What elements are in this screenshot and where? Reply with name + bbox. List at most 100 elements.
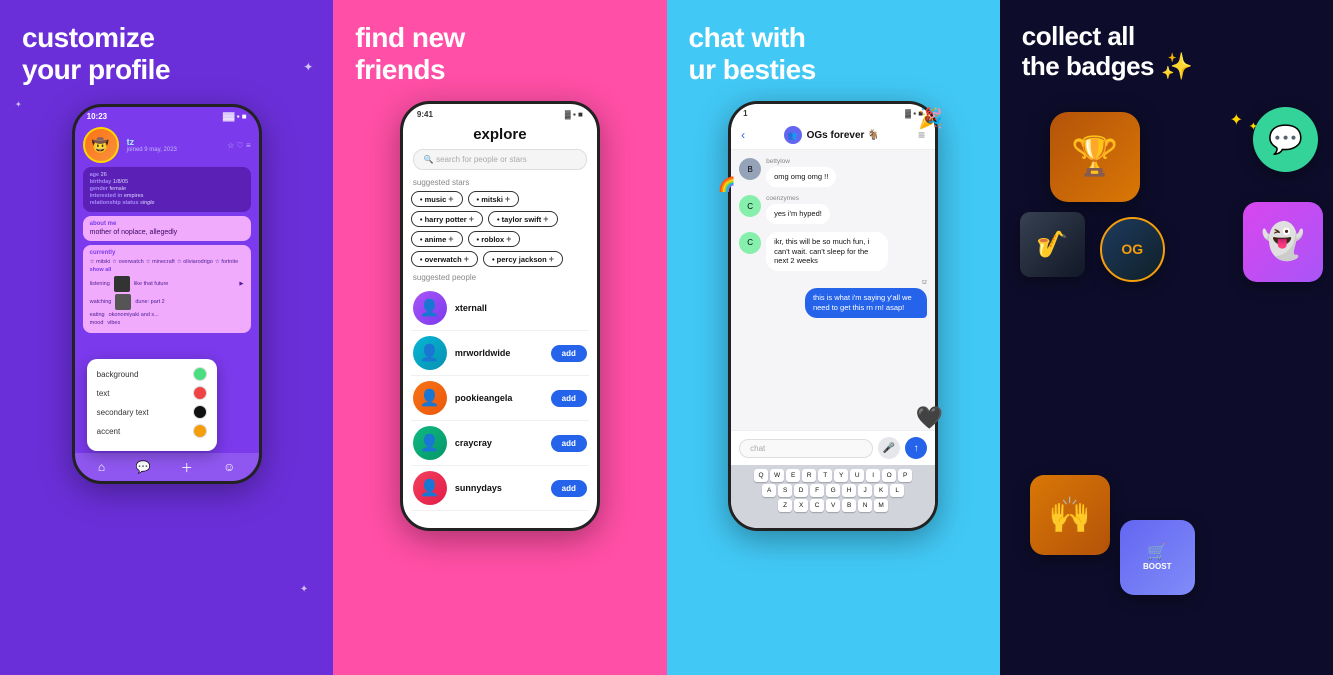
- tag-rows: • music + • mitski + • harry potter + • …: [403, 191, 597, 267]
- party-emoji: 🎉: [918, 106, 943, 131]
- activity-eating: eating okonomiyaki and s...: [90, 312, 244, 318]
- boost-emoji: 🛒: [1147, 543, 1167, 562]
- key-S[interactable]: S: [778, 484, 792, 497]
- color-dot-background[interactable]: [193, 367, 207, 381]
- explore-time: 9:41: [417, 110, 433, 119]
- add-button-sunnydays[interactable]: add: [551, 480, 587, 497]
- key-X[interactable]: X: [794, 499, 808, 512]
- explore-search-placeholder: search for people or stars: [436, 155, 527, 164]
- key-P[interactable]: P: [898, 469, 912, 482]
- tag-music[interactable]: • music +: [411, 191, 463, 207]
- nav-home-icon[interactable]: ⌂: [98, 460, 105, 474]
- profile-joined: joined 9 may, 2023: [127, 147, 177, 153]
- info-gender: gender female: [90, 186, 244, 192]
- star-mitski: ☆ mitski: [90, 259, 111, 265]
- tag-mitski[interactable]: • mitski +: [468, 191, 520, 207]
- msg-content-bettylow: bettylow omg omg omg !!: [766, 158, 836, 187]
- key-Q[interactable]: Q: [754, 469, 768, 482]
- chat-header: ‹ 👥 OGs forever 🐐 ≡: [731, 121, 935, 150]
- profile-info-box: age 26 birthday 1/8/05 gender female int…: [83, 167, 251, 212]
- key-U[interactable]: U: [850, 469, 864, 482]
- keyboard-row-1: Q W E R T Y U I O P: [734, 469, 932, 482]
- nav-chat-icon[interactable]: 💬: [135, 460, 150, 474]
- key-A[interactable]: A: [762, 484, 776, 497]
- tag-roblox[interactable]: • roblox +: [468, 231, 521, 247]
- badge-music: 🎷: [1020, 212, 1085, 277]
- key-M[interactable]: M: [874, 499, 888, 512]
- key-E[interactable]: E: [786, 469, 800, 482]
- watching-thumb: [115, 294, 131, 310]
- currently-stars: ☆ mitski ☆ overwatch ☆ minecraft ☆ olivi…: [90, 259, 244, 273]
- add-button-mrworldwide[interactable]: add: [551, 345, 587, 362]
- key-W[interactable]: W: [770, 469, 784, 482]
- color-pick-accent[interactable]: accent: [97, 424, 207, 438]
- key-J[interactable]: J: [858, 484, 872, 497]
- phone-mockup-3: 1 ▓ ▪ ■ ‹ 👥 OGs forever 🐐 ≡ B: [728, 101, 938, 531]
- key-L[interactable]: L: [890, 484, 904, 497]
- back-icon[interactable]: ‹: [741, 128, 745, 142]
- key-I[interactable]: I: [866, 469, 880, 482]
- color-dot-accent[interactable]: [193, 424, 207, 438]
- status-bar-1: 10:23 ▓▓ ▪ ■: [75, 107, 259, 123]
- send-button[interactable]: ↑: [905, 437, 927, 459]
- key-T[interactable]: T: [818, 469, 832, 482]
- key-K[interactable]: K: [874, 484, 888, 497]
- color-picker-popup[interactable]: background text secondary text accent: [87, 359, 217, 451]
- key-R[interactable]: R: [802, 469, 816, 482]
- tag-anime[interactable]: • anime +: [411, 231, 463, 247]
- add-button-pookieangela[interactable]: add: [551, 390, 587, 407]
- key-G[interactable]: G: [826, 484, 840, 497]
- key-B[interactable]: B: [842, 499, 856, 512]
- phone-mockup-2: 9:41 ▓ ▪ ■ explore 🔍 search for people o…: [400, 101, 600, 531]
- tag-overwatch[interactable]: • overwatch +: [411, 251, 478, 267]
- key-D[interactable]: D: [794, 484, 808, 497]
- tag-harry-potter[interactable]: • harry potter +: [411, 211, 483, 227]
- suggested-stars-label: suggested stars: [403, 178, 597, 191]
- chat-input-field[interactable]: chat: [739, 439, 873, 458]
- color-dot-secondary[interactable]: [193, 405, 207, 419]
- chat-messages-area: B bettylow omg omg omg !! C coenzymes ye…: [731, 150, 935, 430]
- show-all-link[interactable]: show all: [90, 267, 112, 273]
- star-decoration-1: ✦: [303, 60, 313, 74]
- key-Z[interactable]: Z: [778, 499, 792, 512]
- status-icons-1: ▓▓ ▪ ■: [223, 112, 247, 121]
- explore-title: explore: [403, 122, 597, 149]
- key-O[interactable]: O: [882, 469, 896, 482]
- person-avatar-mrworldwide: 👤: [413, 336, 447, 370]
- audio-btn[interactable]: 🎤: [878, 437, 900, 459]
- key-V[interactable]: V: [826, 499, 840, 512]
- chat-title-group: 👥 OGs forever 🐐: [784, 126, 880, 144]
- info-birthday: birthday 1/8/05: [90, 179, 244, 185]
- chat-input-row: chat 🎤 ↑: [731, 430, 935, 465]
- tag-row-1: • music + • mitski +: [411, 191, 589, 207]
- bottom-nav[interactable]: ⌂ 💬 ＋ ☺: [75, 453, 259, 481]
- key-F[interactable]: F: [810, 484, 824, 497]
- tag-percy-jackson[interactable]: • percy jackson +: [483, 251, 563, 267]
- key-Y[interactable]: Y: [834, 469, 848, 482]
- chat-status-time: 1: [743, 109, 747, 118]
- nav-profile-icon[interactable]: ☺: [223, 460, 235, 474]
- color-pick-background[interactable]: background: [97, 367, 207, 381]
- msg-avatar-coenzymes-2: C: [739, 232, 761, 254]
- key-C[interactable]: C: [810, 499, 824, 512]
- explore-search-bar[interactable]: 🔍 search for people or stars: [413, 149, 587, 170]
- person-name-mrworldwide: mrworldwide: [455, 348, 543, 358]
- key-N[interactable]: N: [858, 499, 872, 512]
- add-button-craycray[interactable]: add: [551, 435, 587, 452]
- rainbow-emoji: 🌈: [718, 176, 735, 193]
- nav-add-icon[interactable]: ＋: [181, 459, 193, 476]
- msg-bubble-tz: this is what i'm saying y'all we need to…: [805, 288, 927, 318]
- color-dot-text[interactable]: [193, 386, 207, 400]
- profile-action-icons[interactable]: ☆ ♡ ≡: [227, 141, 250, 150]
- msg-name-bettylow: bettylow: [766, 158, 836, 165]
- person-craycray: 👤 craycray add: [411, 421, 589, 466]
- tag-taylor-swift[interactable]: • taylor swift +: [488, 211, 558, 227]
- hands-emoji: 🙌: [1048, 495, 1092, 536]
- msg-content-tz: tz this is what i'm saying y'all we need…: [805, 279, 927, 318]
- color-pick-secondary[interactable]: secondary text: [97, 405, 207, 419]
- key-H[interactable]: H: [842, 484, 856, 497]
- activity-watching: watching dune: part 2: [90, 294, 244, 310]
- about-label: about me: [90, 221, 244, 227]
- badge-boost: 🛒 BOOST: [1120, 520, 1195, 595]
- color-pick-text[interactable]: text: [97, 386, 207, 400]
